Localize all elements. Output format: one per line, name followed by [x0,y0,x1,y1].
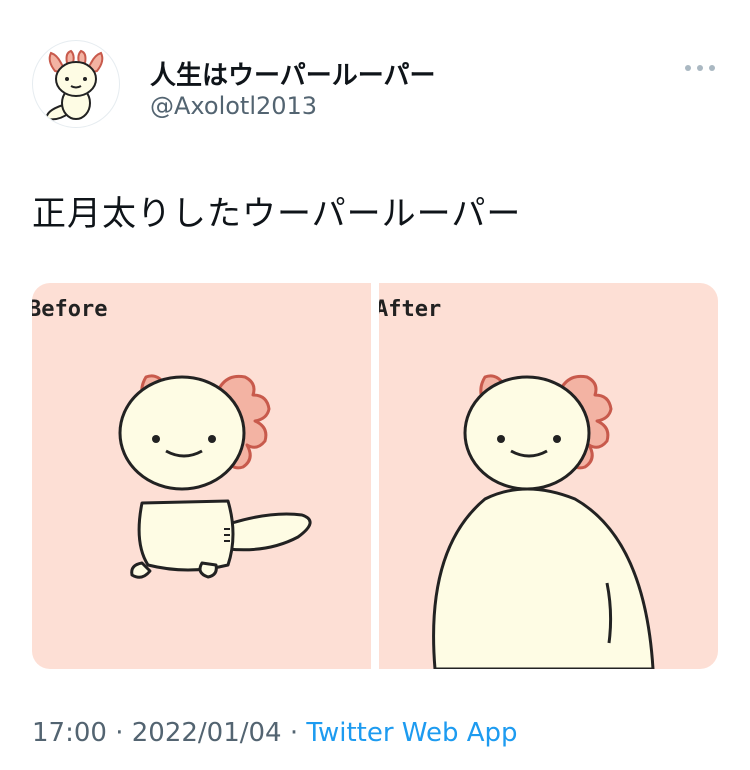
tweet-date[interactable]: 2022/01/04 [132,718,282,748]
media-panel-before[interactable]: Before [32,283,371,669]
tweet-meta: 17:00 · 2022/01/04 · Twitter Web App [32,718,518,748]
tweet-time[interactable]: 17:00 [32,718,107,748]
tweet-source-link[interactable]: Twitter Web App [306,718,517,748]
author-handle[interactable]: @Axolotl2013 [150,92,317,120]
meta-separator: · [106,718,132,748]
author-display-name[interactable]: 人生はウーパールーパー [150,55,435,92]
meta-separator: · [281,718,307,748]
author-avatar[interactable] [32,40,120,128]
tweet-text: 正月太りしたウーパールーパー [32,194,522,234]
tweet-media[interactable]: Before After [32,283,718,669]
after-axolotl-illustration [432,374,655,669]
before-axolotl-illustration [118,374,312,579]
more-dots-icon[interactable] [683,56,717,80]
axolotl-avatar-icon [45,49,104,121]
media-panel-after[interactable]: After [379,283,718,669]
